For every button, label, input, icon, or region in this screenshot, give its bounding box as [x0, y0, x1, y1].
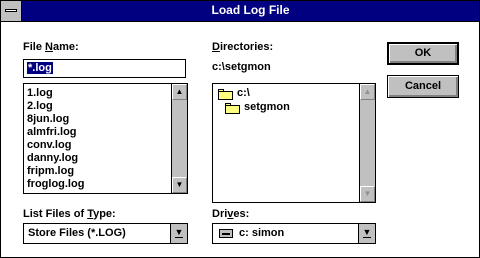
file-list-scrollbar[interactable]: ▲ ▼ — [171, 84, 187, 193]
list-item[interactable]: froglog.log — [27, 178, 84, 190]
up-arrow-icon[interactable]: ▲ — [360, 84, 375, 100]
file-name-input[interactable]: *.log — [23, 59, 186, 78]
list-item[interactable]: fripm.log — [27, 165, 74, 177]
current-path: c:\setgmon — [212, 61, 271, 73]
scroll-track[interactable] — [172, 100, 187, 177]
window-title: Load Log File — [211, 3, 290, 17]
folder-open-icon — [218, 89, 233, 100]
scroll-track[interactable] — [360, 100, 375, 186]
directories-label: Directories: — [212, 41, 274, 53]
file-type-dropdown[interactable]: Store Files (*.LOG) ▼ — [23, 223, 188, 244]
down-arrow-icon[interactable]: ▼ — [360, 186, 375, 202]
list-item[interactable]: 2.log — [27, 100, 53, 112]
drive-value: c: simon — [239, 227, 285, 239]
list-item[interactable]: 1.log — [27, 87, 53, 99]
file-type-value: Store Files (*.LOG) — [28, 227, 126, 239]
ok-button[interactable]: OK — [387, 42, 459, 65]
dropdown-arrow-icon[interactable]: ▼ — [358, 224, 375, 243]
dropdown-arrow-icon[interactable]: ▼ — [170, 224, 187, 243]
cancel-button[interactable]: Cancel — [387, 75, 459, 98]
file-name-value: *.log — [27, 62, 53, 74]
system-menu-icon[interactable] — [1, 1, 22, 21]
file-type-label: List Files of Type: — [23, 208, 116, 220]
load-log-file-dialog: Load Log File File Name: *.log 1.log 2.l… — [0, 0, 480, 258]
list-item[interactable]: almfri.log — [27, 126, 77, 138]
title-bar[interactable]: Load Log File — [1, 1, 479, 22]
down-arrow-icon[interactable]: ▼ — [172, 177, 187, 193]
list-item[interactable]: danny.log — [27, 152, 78, 164]
directory-item[interactable]: setgmon — [244, 101, 290, 113]
directory-item[interactable]: c:\ — [237, 87, 250, 99]
drives-label: Drives: — [212, 208, 250, 220]
file-name-label: File Name: — [23, 41, 79, 53]
folder-open-icon — [225, 103, 240, 114]
drives-dropdown[interactable]: c: simon ▼ — [212, 223, 376, 244]
file-list[interactable]: 1.log 2.log 8jun.log almfri.log conv.log… — [23, 83, 188, 194]
up-arrow-icon[interactable]: ▲ — [172, 84, 187, 100]
list-item[interactable]: 8jun.log — [27, 113, 69, 125]
list-item[interactable]: conv.log — [27, 139, 71, 151]
hard-drive-icon — [219, 229, 233, 238]
directory-list-scrollbar[interactable]: ▲ ▼ — [359, 84, 375, 202]
directory-list[interactable]: c:\ setgmon ▲ ▼ — [212, 83, 376, 203]
